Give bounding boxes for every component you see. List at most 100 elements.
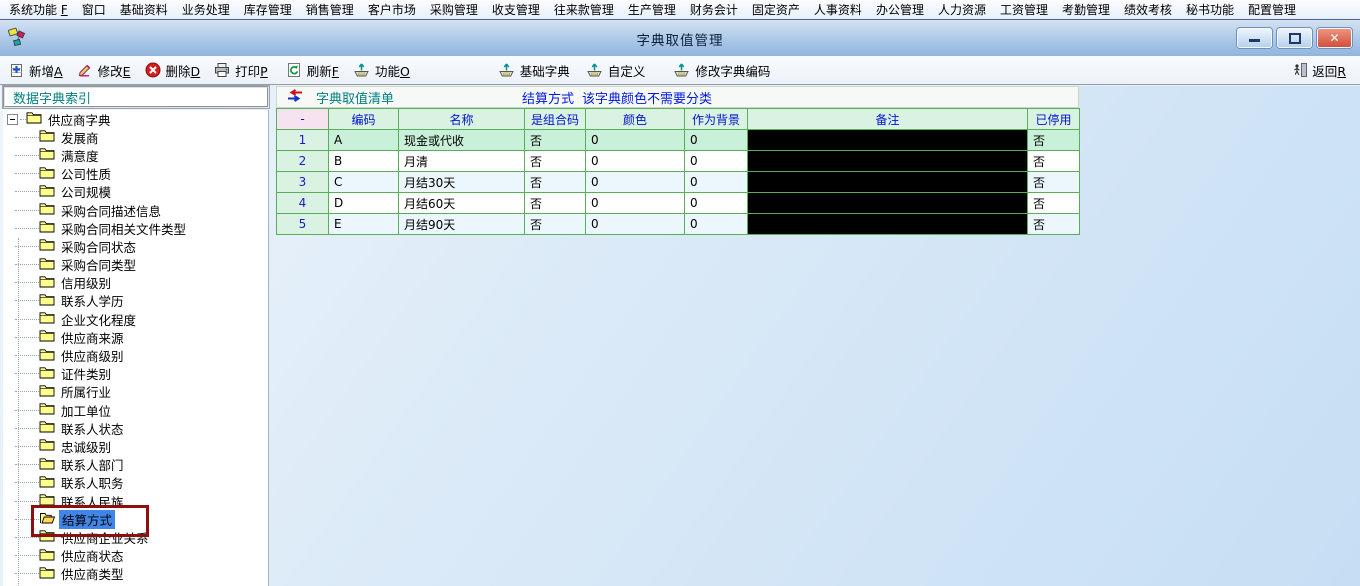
tree-item[interactable]: 证件类别 xyxy=(3,365,268,383)
minimize-button[interactable] xyxy=(1237,28,1272,48)
menu-item[interactable]: 窗口 xyxy=(75,1,113,18)
tree-item[interactable]: 联系人状态 xyxy=(3,419,268,437)
cell-stopped[interactable]: 否 xyxy=(1028,172,1080,193)
refresh-button[interactable]: 刷新F xyxy=(286,61,339,80)
tree-item[interactable]: 采购合同相关文件类型 xyxy=(3,219,268,237)
cell-bg[interactable]: 0 xyxy=(685,130,748,151)
tree-item[interactable]: 供应商企业关系 xyxy=(3,528,268,546)
cell-stopped[interactable]: 否 xyxy=(1028,151,1080,172)
cell-name[interactable]: 现金或代收 xyxy=(399,130,525,151)
menu-item[interactable]: 秘书功能 xyxy=(1179,1,1241,18)
cell-num[interactable]: 1 xyxy=(277,130,329,151)
tree-item[interactable]: 联系人学历 xyxy=(3,292,268,310)
menu-item[interactable]: 财务会计 xyxy=(683,1,745,18)
cell-bg[interactable]: 0 xyxy=(685,151,748,172)
cell-code[interactable]: B xyxy=(329,151,399,172)
menu-item[interactable]: 收支管理 xyxy=(485,1,547,18)
cell-code[interactable]: E xyxy=(329,214,399,235)
tree-item[interactable]: 采购合同类型 xyxy=(3,256,268,274)
edit-button[interactable]: 修改E xyxy=(77,61,131,80)
custom-dict-button[interactable]: 自定义 xyxy=(586,61,646,80)
tree-item[interactable]: 供应商类型 xyxy=(3,565,268,583)
menu-item[interactable]: 采购管理 xyxy=(423,1,485,18)
maximize-button[interactable] xyxy=(1277,28,1312,48)
tree-item[interactable]: 采购合同状态 xyxy=(3,237,268,255)
tree-item[interactable]: 信用级别 xyxy=(3,274,268,292)
menu-item[interactable]: 办公管理 xyxy=(869,1,931,18)
menu-item[interactable]: 基础资料 xyxy=(113,1,175,18)
cell-stopped[interactable]: 否 xyxy=(1028,193,1080,214)
cell-remark[interactable] xyxy=(748,151,1028,172)
tree-item[interactable]: 发展商 xyxy=(3,128,268,146)
table-row[interactable]: 4D月结60天否00否 xyxy=(277,193,1080,214)
tree-item[interactable]: 供应商来源 xyxy=(3,328,268,346)
menu-item[interactable]: 工资管理 xyxy=(993,1,1055,18)
tree-item[interactable]: 联系人民族 xyxy=(3,492,268,510)
cell-name[interactable]: 月结30天 xyxy=(399,172,525,193)
tree-item[interactable]: 加工单位 xyxy=(3,401,268,419)
menu-item[interactable]: 配置管理 xyxy=(1241,1,1303,18)
tree-item[interactable]: 联系人职务 xyxy=(3,474,268,492)
menu-item[interactable]: 固定资产 xyxy=(745,1,807,18)
cell-num[interactable]: 3 xyxy=(277,172,329,193)
cell-color[interactable]: 0 xyxy=(586,193,685,214)
cell-bg[interactable]: 0 xyxy=(685,193,748,214)
cell-combo[interactable]: 否 xyxy=(525,172,586,193)
cell-stopped[interactable]: 否 xyxy=(1028,214,1080,235)
edit-dict-code-button[interactable]: 修改字典编码 xyxy=(673,61,770,80)
menu-item[interactable]: 销售管理 xyxy=(299,1,361,18)
cell-remark[interactable] xyxy=(748,130,1028,151)
collapse-minus-icon[interactable] xyxy=(7,114,18,125)
cell-num[interactable]: 5 xyxy=(277,214,329,235)
cell-combo[interactable]: 否 xyxy=(525,214,586,235)
menu-item[interactable]: 系统功能 F xyxy=(2,1,75,18)
cell-remark[interactable] xyxy=(748,172,1028,193)
tree-item[interactable]: 采购合同描述信息 xyxy=(3,201,268,219)
base-dict-button[interactable]: 基础字典 xyxy=(498,61,570,80)
cell-bg[interactable]: 0 xyxy=(685,172,748,193)
delete-button[interactable]: 删除D xyxy=(145,61,201,80)
tree-item[interactable]: 忠诚级别 xyxy=(3,437,268,455)
tree-item[interactable]: 供应商状态 xyxy=(3,547,268,565)
cell-num[interactable]: 2 xyxy=(277,151,329,172)
cell-code[interactable]: A xyxy=(329,130,399,151)
tree-item[interactable]: 公司规模 xyxy=(3,183,268,201)
function-button[interactable]: 功能O xyxy=(353,61,410,80)
cell-color[interactable]: 0 xyxy=(586,151,685,172)
tree-item[interactable]: 企业文化程度 xyxy=(3,310,268,328)
tree-root-item[interactable]: 供应商字典 xyxy=(3,110,268,128)
table-row[interactable]: 2B月清否00否 xyxy=(277,151,1080,172)
cell-bg[interactable]: 0 xyxy=(685,214,748,235)
menu-item[interactable]: 业务处理 xyxy=(175,1,237,18)
menu-item[interactable]: 人力资源 xyxy=(931,1,993,18)
cell-color[interactable]: 0 xyxy=(586,130,685,151)
table-row[interactable]: 1A现金或代收否00否 xyxy=(277,130,1080,151)
cell-name[interactable]: 月结90天 xyxy=(399,214,525,235)
back-button[interactable]: 返回R xyxy=(1292,61,1346,80)
cell-name[interactable]: 月清 xyxy=(399,151,525,172)
menu-item[interactable]: 人事资料 xyxy=(807,1,869,18)
cell-stopped[interactable]: 否 xyxy=(1028,130,1080,151)
tree-item-selected[interactable]: 结算方式 xyxy=(3,510,268,528)
close-button[interactable]: ✕ xyxy=(1317,28,1352,48)
cell-combo[interactable]: 否 xyxy=(525,130,586,151)
print-button[interactable]: 打印P xyxy=(214,61,268,80)
cell-name[interactable]: 月结60天 xyxy=(399,193,525,214)
table-row[interactable]: 5E月结90天否00否 xyxy=(277,214,1080,235)
menu-item[interactable]: 库存管理 xyxy=(237,1,299,18)
menu-item[interactable]: 往来款管理 xyxy=(547,1,621,18)
cell-num[interactable]: 4 xyxy=(277,193,329,214)
menu-item[interactable]: 考勤管理 xyxy=(1055,1,1117,18)
cell-code[interactable]: C xyxy=(329,172,399,193)
tree-item[interactable]: 联系人部门 xyxy=(3,456,268,474)
cell-code[interactable]: D xyxy=(329,193,399,214)
tree-item[interactable]: 供应商级别 xyxy=(3,346,268,364)
cell-color[interactable]: 0 xyxy=(586,214,685,235)
menu-item[interactable]: 生产管理 xyxy=(621,1,683,18)
cell-remark[interactable] xyxy=(748,214,1028,235)
cell-remark[interactable] xyxy=(748,193,1028,214)
cell-combo[interactable]: 否 xyxy=(525,193,586,214)
tree-item[interactable]: 满意度 xyxy=(3,146,268,164)
tree-item[interactable]: 公司性质 xyxy=(3,165,268,183)
cell-color[interactable]: 0 xyxy=(586,172,685,193)
